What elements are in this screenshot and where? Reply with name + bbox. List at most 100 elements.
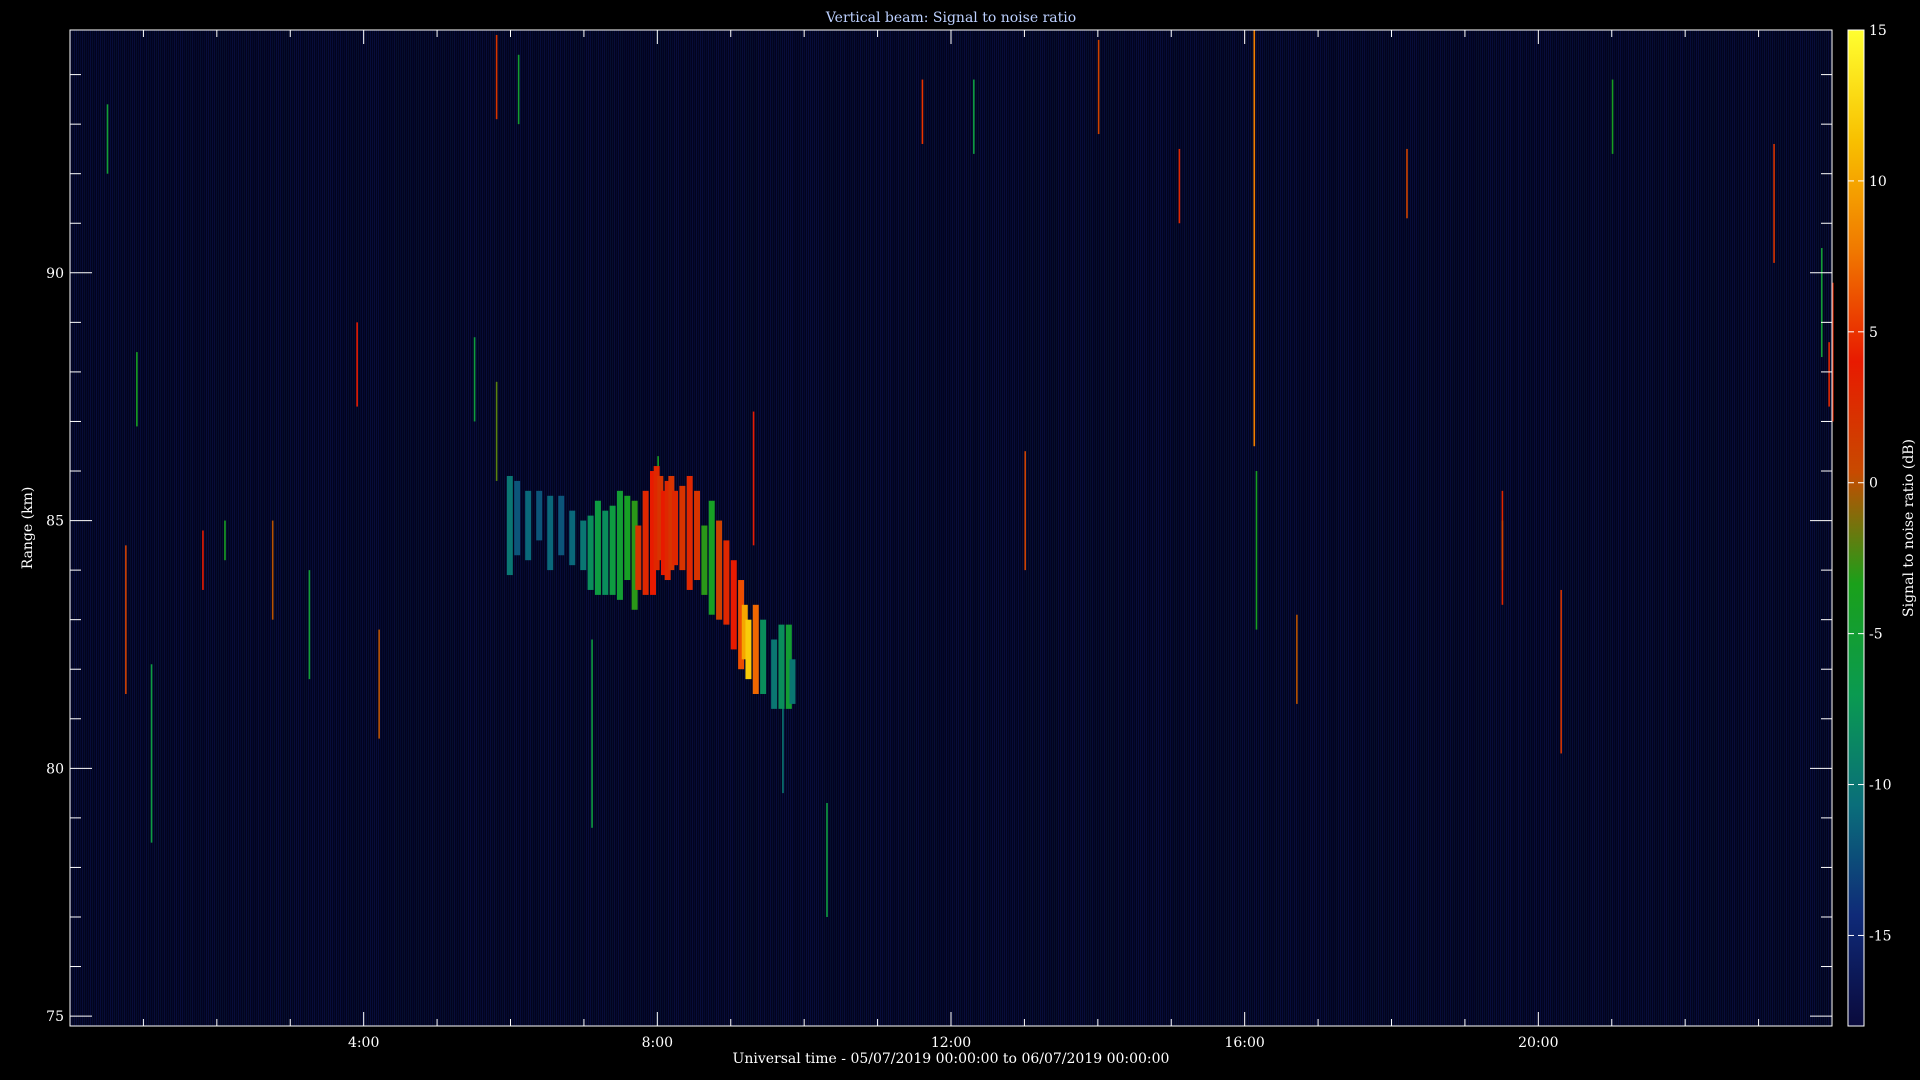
noise-streak (78, 30, 79, 1026)
noise-streak (1016, 30, 1017, 1026)
noise-streak (120, 30, 121, 1026)
noise-streak (308, 30, 309, 1026)
noise-streak (1142, 30, 1143, 1026)
noise-streak (296, 30, 297, 1026)
noise-streak (1432, 30, 1433, 1026)
noise-streak (154, 30, 155, 1026)
noise-streak (1486, 30, 1487, 1026)
noise-streak (1602, 30, 1603, 1026)
noise-streak (1508, 30, 1509, 1026)
snr-spike (1820, 248, 1823, 358)
noise-streak (806, 30, 807, 1026)
noise-streak (1696, 30, 1697, 1026)
noise-streak (326, 30, 327, 1026)
noise-streak (494, 30, 495, 1026)
noise-streak (1598, 30, 1599, 1026)
noise-streak (1054, 30, 1055, 1026)
noise-streak (1340, 30, 1341, 1026)
noise-streak (106, 30, 107, 1026)
noise-streak (966, 30, 967, 1026)
noise-streak (196, 30, 197, 1026)
noise-streak (1436, 30, 1437, 1026)
noise-streak (940, 30, 941, 1026)
noise-streak (194, 30, 195, 1026)
noise-streak (1722, 30, 1723, 1026)
echo-cell (708, 500, 715, 615)
noise-streak (290, 30, 291, 1026)
noise-streak (1014, 30, 1015, 1026)
noise-streak (1614, 30, 1615, 1026)
noise-streak (1724, 30, 1725, 1026)
noise-streak (218, 30, 219, 1026)
noise-streak (302, 30, 303, 1026)
noise-streak (1074, 30, 1075, 1026)
noise-streak (1266, 30, 1267, 1026)
noise-streak (1104, 30, 1105, 1026)
noise-streak (1824, 30, 1825, 1026)
noise-streak (490, 30, 491, 1026)
noise-streak (1060, 30, 1061, 1026)
noise-streak (336, 30, 337, 1026)
echo-cell (694, 490, 701, 581)
noise-streak (848, 30, 849, 1026)
noise-streak (1108, 30, 1109, 1026)
noise-streak (236, 30, 237, 1026)
noise-streak (1504, 30, 1505, 1026)
noise-streak (1140, 30, 1141, 1026)
noise-streak (522, 30, 523, 1026)
snr-spike (150, 664, 153, 843)
noise-streak (1262, 30, 1263, 1026)
noise-streak (102, 30, 103, 1026)
noise-streak (744, 30, 745, 1026)
noise-streak (700, 30, 701, 1026)
noise-streak (472, 30, 473, 1026)
snr-spike (378, 629, 380, 739)
noise-streak (832, 30, 833, 1026)
noise-streak (1802, 30, 1803, 1026)
noise-streak (1470, 30, 1471, 1026)
noise-streak (1080, 30, 1081, 1026)
noise-streak (822, 30, 823, 1026)
noise-streak (298, 30, 299, 1026)
noise-streak (1454, 30, 1455, 1026)
noise-streak (124, 30, 125, 1026)
noise-streak (1368, 30, 1369, 1026)
noise-streak (504, 30, 505, 1026)
noise-streak (148, 30, 149, 1026)
noise-streak (1626, 30, 1627, 1026)
noise-streak (926, 30, 927, 1026)
noise-streak (1050, 30, 1051, 1026)
noise-streak (748, 30, 749, 1026)
noise-streak (432, 30, 433, 1026)
noise-streak (1228, 30, 1229, 1026)
noise-streak (1460, 30, 1461, 1026)
snr-spike (826, 803, 828, 917)
noise-streak (86, 30, 87, 1026)
snr-spike (1255, 471, 1258, 630)
noise-streak (1376, 30, 1377, 1026)
noise-streak (1044, 30, 1045, 1026)
noise-streak (1288, 30, 1289, 1026)
noise-streak (268, 30, 269, 1026)
noise-streak (972, 30, 973, 1026)
noise-streak (1144, 30, 1145, 1026)
noise-streak (244, 30, 245, 1026)
noise-streak (502, 30, 503, 1026)
noise-streak (1606, 30, 1607, 1026)
colorbar-tick-label: -15 (1869, 928, 1892, 944)
noise-streak (982, 30, 983, 1026)
noise-streak (332, 30, 333, 1026)
echo-cell (558, 495, 565, 556)
noise-streak (1534, 30, 1535, 1026)
noise-streak (1260, 30, 1261, 1026)
noise-streak (1654, 30, 1655, 1026)
noise-streak (1346, 30, 1347, 1026)
noise-streak (170, 30, 171, 1026)
noise-streak (1404, 30, 1405, 1026)
noise-streak (756, 30, 757, 1026)
noise-streak (382, 30, 383, 1026)
noise-streak (1610, 30, 1611, 1026)
noise-streak (1686, 30, 1687, 1026)
echo-cell (602, 510, 609, 595)
noise-streak (380, 30, 381, 1026)
